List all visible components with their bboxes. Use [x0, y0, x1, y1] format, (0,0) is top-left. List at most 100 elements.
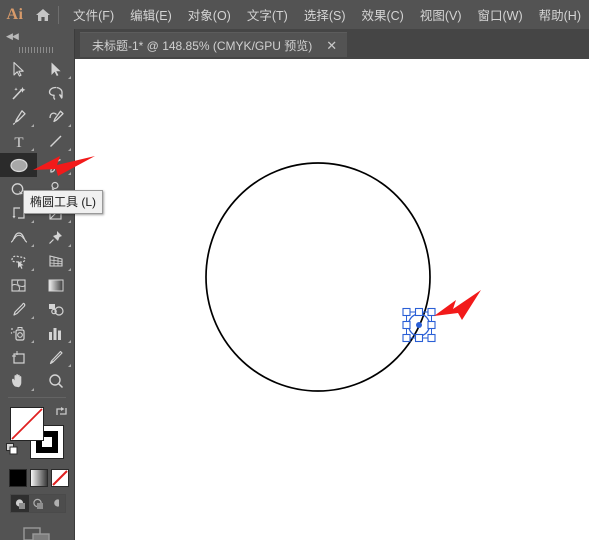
menu-window[interactable]: 窗口(W) — [470, 1, 531, 28]
hand-tool[interactable] — [0, 369, 37, 393]
perspective-grid-tool[interactable] — [37, 249, 74, 273]
panel-drag-grip[interactable] — [0, 43, 74, 57]
flyout-indicator — [31, 340, 34, 343]
line-segment-icon — [49, 135, 61, 147]
menu-effect[interactable]: 效果(C) — [353, 1, 411, 28]
flyout-indicator — [68, 220, 71, 223]
change-screen-mode[interactable] — [0, 525, 74, 540]
blend-tool[interactable] — [37, 297, 74, 321]
close-icon[interactable]: ✕ — [326, 39, 337, 52]
tools-panel: ◀◀ T — [0, 29, 75, 540]
blend-icon — [48, 303, 64, 316]
curvature-tool[interactable] — [37, 105, 74, 129]
perspective-grid-icon — [48, 254, 63, 267]
selection-tool[interactable] — [0, 57, 37, 81]
line-segment-tool[interactable] — [37, 129, 74, 153]
menu-object[interactable]: 对象(O) — [180, 1, 239, 28]
pushpin-icon — [48, 230, 62, 244]
document-tab-bar: 未标题-1* @ 148.85% (CMYK/GPU 预览) ✕ — [75, 29, 589, 59]
document-tab[interactable]: 未标题-1* @ 148.85% (CMYK/GPU 预览) ✕ — [80, 32, 348, 57]
home-icon[interactable] — [30, 0, 56, 29]
menu-help[interactable]: 帮助(H) — [531, 1, 589, 28]
pen-icon — [12, 109, 26, 125]
large-circle — [205, 162, 431, 392]
draw-inside-icon — [53, 498, 59, 507]
screen-mode-icon — [23, 527, 50, 540]
slice-tool[interactable] — [37, 345, 74, 369]
draw-behind-icon — [32, 498, 43, 509]
illustrator-window: Ai 文件(F) 编辑(E) 对象(O) 文字(T) 选择(S) 效果(C) 视… — [0, 0, 589, 540]
magic-wand-icon — [11, 86, 25, 100]
width-tool[interactable] — [0, 225, 37, 249]
flyout-indicator — [68, 148, 71, 151]
document-tab-title: 未标题-1* @ 148.85% (CMYK/GPU 预览) — [92, 38, 313, 53]
none-slash-icon — [52, 470, 68, 486]
flyout-indicator — [68, 244, 71, 247]
draw-normal-mode[interactable] — [11, 495, 29, 512]
selection-arrow-icon — [13, 61, 24, 77]
draw-behind-mode[interactable] — [29, 495, 47, 512]
menu-item-list: 文件(F) 编辑(E) 对象(O) 文字(T) 选择(S) 效果(C) 视图(V… — [65, 1, 589, 28]
gradient-icon — [48, 279, 63, 291]
ellipse-tool[interactable] — [0, 153, 37, 177]
svg-text:T: T — [14, 135, 23, 150]
direct-selection-tool[interactable] — [37, 57, 74, 81]
none-slash-icon — [11, 408, 43, 440]
paintbrush-tool[interactable] — [37, 153, 74, 177]
tool-grid: T — [0, 57, 74, 393]
slice-knife-icon — [49, 350, 63, 364]
collapse-panel-icon[interactable]: ◀◀ — [0, 29, 74, 43]
none-swatch[interactable] — [51, 469, 69, 487]
direct-selection-arrow-icon — [51, 62, 61, 76]
fill-swatch[interactable] — [10, 407, 44, 441]
flyout-indicator — [31, 124, 34, 127]
bar-chart-icon — [48, 327, 61, 340]
symbol-sprayer-icon — [10, 326, 25, 341]
color-swatch[interactable] — [9, 469, 27, 487]
magic-wand-tool[interactable] — [0, 81, 37, 105]
curvature-icon — [48, 110, 64, 122]
hand-icon — [11, 374, 21, 388]
mesh-tool[interactable] — [0, 273, 37, 297]
menu-select[interactable]: 选择(S) — [296, 1, 354, 28]
gradient-swatch[interactable] — [30, 469, 48, 487]
flyout-indicator — [68, 268, 71, 271]
fill-stroke-control — [0, 403, 75, 465]
lasso-tool[interactable] — [37, 81, 74, 105]
symbol-sprayer-tool[interactable] — [0, 321, 37, 345]
flyout-indicator — [31, 148, 34, 151]
toolbar-divider — [8, 397, 66, 398]
draw-inside-mode[interactable] — [47, 495, 65, 512]
flyout-indicator — [68, 340, 71, 343]
menu-divider — [58, 5, 60, 24]
shape-builder-tool[interactable] — [0, 249, 37, 273]
menu-edit[interactable]: 编辑(E) — [122, 1, 180, 28]
menu-view[interactable]: 视图(V) — [412, 1, 470, 28]
menu-file[interactable]: 文件(F) — [65, 1, 122, 28]
flyout-indicator — [31, 388, 34, 391]
menu-type[interactable]: 文字(T) — [239, 1, 296, 28]
ellipse-icon — [9, 158, 28, 172]
pen-tool[interactable] — [0, 105, 37, 129]
eyedropper-icon — [12, 302, 25, 316]
flyout-indicator — [68, 76, 71, 79]
artboard-canvas[interactable] — [75, 59, 589, 540]
app-logo: Ai — [6, 5, 24, 23]
gradient-tool[interactable] — [37, 273, 74, 297]
paintbrush-icon — [49, 158, 61, 173]
eyedropper-tool[interactable] — [0, 297, 37, 321]
canvas-artwork — [205, 162, 436, 392]
default-fill-stroke-icon[interactable] — [6, 443, 19, 456]
selection-center-anchor — [416, 322, 422, 328]
swap-fill-stroke-icon[interactable] — [55, 405, 68, 418]
zoom-tool[interactable] — [37, 369, 74, 393]
mesh-icon — [10, 278, 26, 292]
drawing-modes — [10, 494, 66, 513]
type-tool[interactable]: T — [0, 129, 37, 153]
flyout-indicator — [68, 364, 71, 367]
flyout-indicator — [68, 124, 71, 127]
shape-builder-icon — [10, 255, 26, 269]
column-graph-tool[interactable] — [37, 321, 74, 345]
free-transform-tool[interactable] — [37, 225, 74, 249]
artboard-tool[interactable] — [0, 345, 37, 369]
